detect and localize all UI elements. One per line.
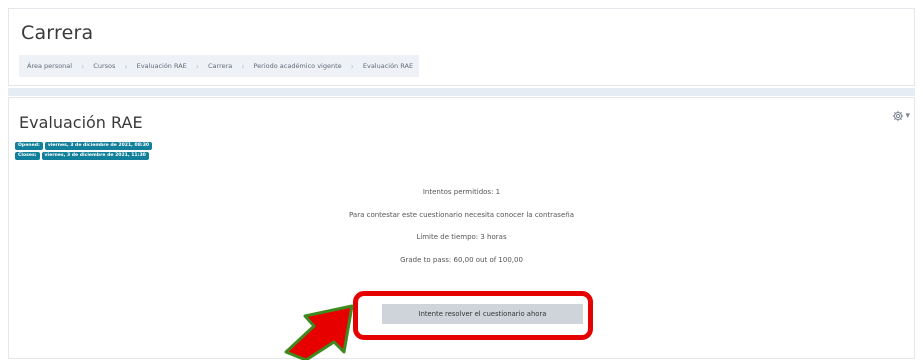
time-limit-text: Límite de tiempo: 3 horas [416, 233, 507, 241]
attempts-allowed-text: Intentos permitidos: 1 [422, 188, 501, 196]
breadcrumb-item-carrera[interactable]: Carrera [208, 62, 232, 70]
breadcrumb: Área personal › Cursos › Evaluación RAE … [19, 55, 420, 77]
quiz-info: Intentos permitidos: 1 Para contestar es… [9, 188, 914, 278]
activity-title: Evaluación RAE [19, 113, 143, 132]
breadcrumb-item-periodo-academico[interactable]: Periodo académico vigente [253, 62, 341, 70]
opened-label-badge: Opened: [15, 142, 43, 150]
page-title: Carrera [21, 22, 94, 44]
breadcrumb-item-area-personal[interactable]: Área personal [27, 62, 72, 70]
settings-menu[interactable]: ▾ [892, 110, 910, 122]
closes-date-badge: viernes, 3 de diciembre de 2021, 11:30 [41, 152, 149, 160]
breadcrumb-separator-icon: › [195, 61, 199, 71]
breadcrumb-separator-icon: › [124, 61, 128, 71]
breadcrumb-separator-icon: › [241, 61, 245, 71]
closes-date-row: Closes: viernes, 3 de diciembre de 2021,… [15, 152, 152, 160]
breadcrumb-item-evaluacion-rae[interactable]: Evaluación RAE [137, 62, 187, 70]
opened-date-badge: viernes, 3 de diciembre de 2021, 08:30 [44, 142, 153, 150]
breadcrumb-item-evaluacion-rae-current[interactable]: Evaluación RAE [363, 62, 413, 70]
breadcrumb-separator-icon: › [81, 61, 85, 71]
password-required-text: Para contestar este cuestionario necesit… [349, 210, 574, 219]
breadcrumb-item-cursos[interactable]: Cursos [93, 62, 115, 70]
quiz-activity-panel: Evaluación RAE ▾ Opened: viernes, 3 de d… [8, 97, 915, 359]
caret-down-icon[interactable]: ▾ [905, 111, 910, 121]
activity-dates: Opened: viernes, 3 de diciembre de 2021,… [15, 142, 153, 162]
opened-date-row: Opened: viernes, 3 de diciembre de 2021,… [15, 142, 153, 150]
closes-label-badge: Closes: [15, 152, 40, 160]
grade-to-pass-text: Grade to pass: 60,00 out of 100,00 [400, 255, 523, 264]
gear-icon[interactable] [892, 110, 904, 122]
header-divider-band [8, 88, 915, 96]
breadcrumb-separator-icon: › [350, 61, 354, 71]
attempt-quiz-button[interactable]: Intente resolver el cuestionario ahora [382, 304, 583, 324]
page-header: Carrera Área personal › Cursos › Evaluac… [8, 8, 915, 86]
